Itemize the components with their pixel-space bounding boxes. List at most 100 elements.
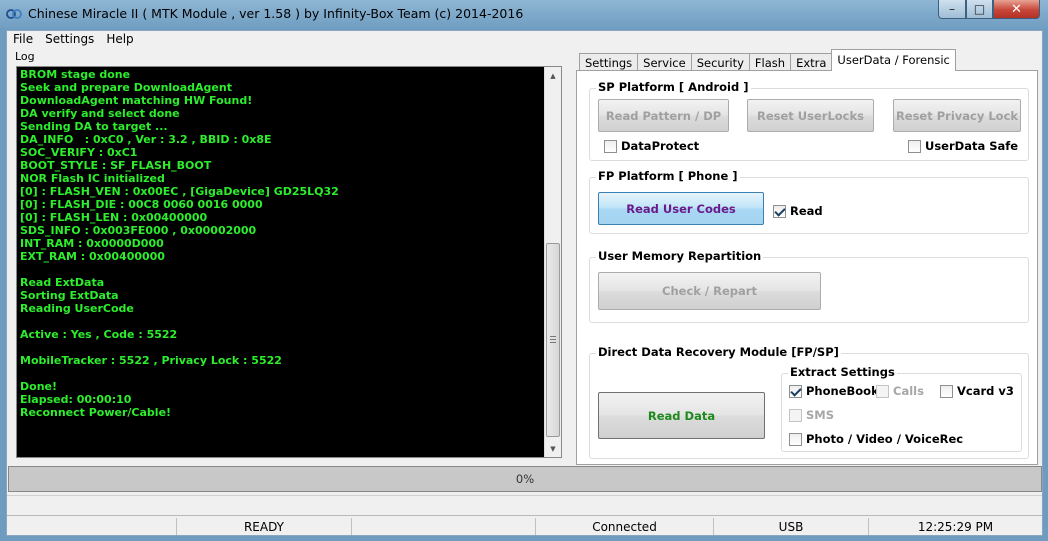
menu-file[interactable]: File (7, 31, 39, 49)
calls-checkbox[interactable]: Calls (876, 384, 924, 398)
log-line: DownloadAgent matching HW Found! (20, 94, 253, 107)
read-label: Read (790, 204, 823, 218)
vcard-label: Vcard v3 (957, 384, 1014, 398)
log-line: DA verify and select done (20, 107, 180, 120)
log-text: BROM stage done Seek and prepare Download… (20, 68, 540, 419)
log-line: Sending DA to target ... (20, 120, 168, 133)
checkbox-checked-icon (789, 384, 802, 398)
log-line: Elapsed: 00:00:10 (20, 393, 132, 406)
log-line: SDS_INFO : 0x003FE000 , 0x00002000 (20, 224, 257, 237)
direct-recovery-group: Direct Data Recovery Module [FP/SP] Read… (589, 345, 1029, 459)
checkbox-icon (876, 384, 889, 398)
tab-settings[interactable]: Settings (579, 53, 639, 71)
menu-help[interactable]: Help (100, 31, 139, 49)
log-line: Read ExtData (20, 276, 105, 289)
log-line: Reading UserCode (20, 302, 134, 315)
log-line: Done! (20, 380, 57, 393)
log-line: NOR Flash IC initialized (20, 172, 165, 185)
log-line: SOC_VERIFY : 0xC1 (20, 146, 138, 159)
scroll-up-arrow-icon[interactable]: ▲ (545, 67, 561, 84)
read-checkbox[interactable]: Read (773, 204, 823, 218)
userdata-safe-checkbox[interactable]: UserData Safe (908, 139, 1018, 153)
status-divider (351, 518, 370, 535)
extract-settings-group: Extract Settings PhoneBook Calls Vcard v… (781, 365, 1022, 452)
log-line: BROM stage done (20, 68, 131, 81)
tab-security[interactable]: Security (690, 53, 750, 71)
checkbox-icon (940, 384, 953, 398)
log-panel[interactable]: BROM stage done Seek and prepare Download… (16, 66, 562, 458)
progress-bar: 0% (8, 466, 1042, 492)
sp-platform-group: SP Platform [ Android ] Read Pattern / D… (589, 80, 1029, 161)
status-line (7, 495, 1042, 515)
progress-text: 0% (515, 472, 535, 486)
log-line: Seek and prepare DownloadAgent (20, 81, 232, 94)
log-line: EXT_RAM : 0x00400000 (20, 250, 165, 263)
status-state: READY (176, 518, 351, 535)
read-pattern-button[interactable]: Read Pattern / DP (598, 99, 729, 132)
fp-platform-group: FP Platform [ Phone ] Read User Codes Re… (589, 169, 1029, 234)
vcard-checkbox[interactable]: Vcard v3 (940, 384, 1014, 398)
sp-platform-title: SP Platform [ Android ] (596, 80, 751, 94)
menu-settings[interactable]: Settings (39, 31, 100, 49)
sms-checkbox[interactable]: SMS (789, 408, 834, 422)
userdata-safe-label: UserData Safe (925, 139, 1019, 153)
userdata-forensic-panel: SP Platform [ Android ] Read Pattern / D… (576, 70, 1038, 465)
log-line: Active : Yes , Code : 5522 (20, 328, 178, 341)
log-line: BOOT_STYLE : SF_FLASH_BOOT (20, 159, 212, 172)
tab-strip: Settings Service Security Flash Extra Us… (579, 49, 956, 71)
direct-recovery-title: Direct Data Recovery Module [FP/SP] (596, 345, 841, 359)
grip-icon (550, 336, 556, 343)
minimize-button[interactable]: – (938, 0, 966, 19)
read-user-codes-button[interactable]: Read User Codes (598, 192, 764, 225)
phonebook-checkbox[interactable]: PhoneBook (789, 384, 879, 398)
window-title: Chinese Miracle II ( MTK Module , ver 1.… (28, 6, 524, 21)
log-scrollbar[interactable]: ▲ ▼ (544, 67, 561, 457)
log-line: Sorting ExtData (20, 289, 119, 302)
status-bar: READY Connected USB 12:25:29 PM (7, 515, 1042, 537)
extract-settings-title: Extract Settings (788, 365, 897, 379)
dataprotect-checkbox[interactable]: DataProtect (604, 139, 699, 153)
reset-userlocks-button[interactable]: Reset UserLocks (747, 99, 874, 132)
checkbox-checked-icon (773, 204, 786, 218)
fp-platform-title: FP Platform [ Phone ] (596, 169, 740, 183)
close-button[interactable]: ✕ (993, 0, 1040, 19)
check-repart-button[interactable]: Check / Repart (598, 272, 821, 310)
tab-flash[interactable]: Flash (748, 53, 792, 71)
tab-extra[interactable]: Extra (790, 53, 833, 71)
log-line: MobileTracker : 5522 , Privacy Lock : 55… (20, 354, 282, 367)
tab-service[interactable]: Service (637, 53, 692, 71)
user-memory-group: User Memory Repartition Check / Repart (589, 249, 1029, 323)
checkbox-icon (604, 139, 617, 153)
status-connection: Connected (535, 518, 713, 535)
dataprotect-label: DataProtect (621, 139, 700, 153)
reset-privacy-lock-button[interactable]: Reset Privacy Lock (893, 99, 1021, 132)
log-line: [0] : FLASH_LEN : 0x00400000 (20, 211, 208, 224)
tab-userdata-forensic[interactable]: UserData / Forensic (831, 49, 956, 71)
read-data-button[interactable]: Read Data (598, 392, 765, 439)
status-time: 12:25:29 PM (868, 518, 1042, 535)
photo-video-checkbox[interactable]: Photo / Video / VoiceRec (789, 432, 963, 446)
log-line: [0] : FLASH_DIE : 00C8 0060 0016 0000 (20, 198, 263, 211)
sms-label: SMS (806, 408, 835, 422)
user-memory-title: User Memory Repartition (596, 249, 764, 263)
log-line: [0] : FLASH_VEN : 0x00EC , [GigaDevice] … (20, 185, 339, 198)
menu-bar: File Settings Help (7, 31, 1042, 49)
checkbox-icon (908, 139, 921, 153)
phonebook-label: PhoneBook (806, 384, 879, 398)
scroll-down-arrow-icon[interactable]: ▼ (545, 440, 561, 457)
log-line: Reconnect Power/Cable! (20, 406, 172, 419)
photo-video-label: Photo / Video / VoiceRec (806, 432, 964, 446)
title-bar[interactable]: Chinese Miracle II ( MTK Module , ver 1.… (0, 0, 1048, 30)
log-label: Log (15, 50, 35, 63)
scroll-thumb[interactable] (546, 243, 560, 437)
main-window: File Settings Help Log BROM stage done Se… (6, 30, 1043, 536)
calls-label: Calls (893, 384, 924, 398)
maximize-button[interactable]: □ (966, 0, 993, 19)
checkbox-icon (789, 408, 802, 422)
log-line: DA_INFO : 0xC0 , Ver : 3.2 , BBID : 0x8E (20, 133, 272, 146)
status-port: USB (713, 518, 868, 535)
